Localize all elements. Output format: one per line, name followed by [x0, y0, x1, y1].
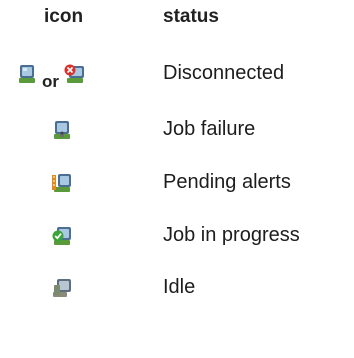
job-failure-icon: [51, 119, 73, 141]
status-column-header: status: [163, 6, 219, 27]
status-label: Disconnected: [163, 62, 285, 84]
status-label: Job in progress: [163, 224, 300, 246]
or-connector: or: [42, 72, 59, 91]
legend-row-pending-alerts: Pending alerts: [0, 163, 354, 203]
disconnected-icon: [16, 63, 38, 85]
legend-row-disconnected: or Disconnected: [0, 54, 354, 94]
idle-icon: [51, 277, 73, 299]
status-label: Pending alerts: [163, 171, 291, 193]
job-in-progress-icon: [51, 225, 73, 247]
icon-cell: [0, 268, 150, 308]
status-label: Idle: [163, 276, 196, 298]
icon-cell: [0, 110, 150, 150]
icon-cell: [0, 163, 150, 203]
icon-column-header: icon: [44, 6, 84, 27]
icon-cell: [0, 216, 150, 256]
legend-row-idle: Idle: [0, 268, 354, 308]
legend-row-job-failure: Job failure: [0, 110, 354, 150]
icon-cell: or: [0, 54, 150, 94]
status-label: Job failure: [163, 118, 256, 140]
legend-row-job-in-progress: Job in progress: [0, 216, 354, 256]
status-icon-legend: icon status or Disconnected Job failure …: [0, 0, 354, 358]
pending-alerts-icon: [51, 172, 73, 194]
disconnected-error-icon: [64, 63, 86, 85]
